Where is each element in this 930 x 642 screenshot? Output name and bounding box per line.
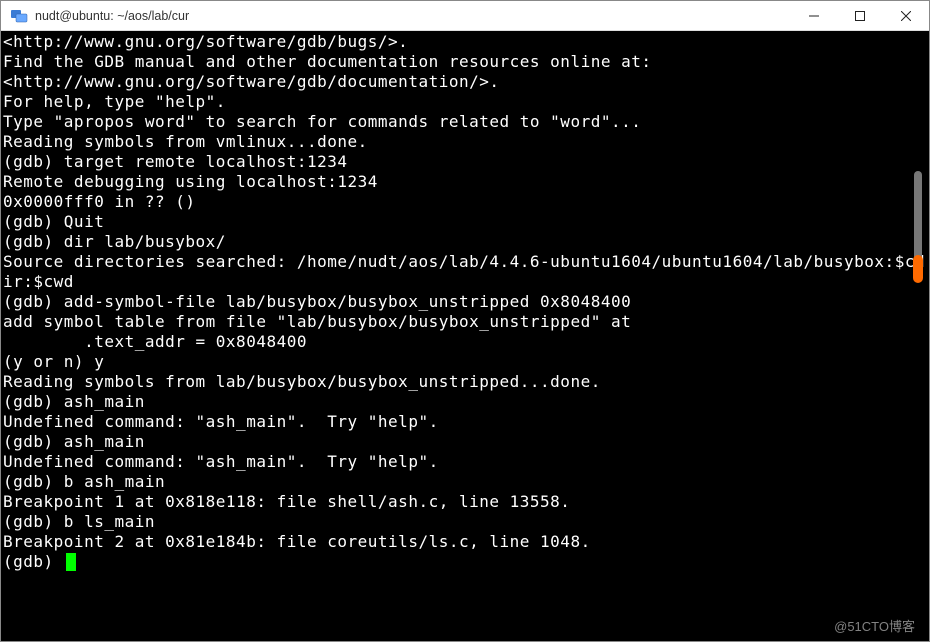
terminal-line: Reading symbols from lab/busybox/busybox…: [1, 372, 929, 392]
terminal-line: For help, type "help".: [1, 92, 929, 112]
terminal-output: <http://www.gnu.org/software/gdb/bugs/>.…: [1, 31, 929, 641]
terminal-line: Source directories searched: /home/nudt/…: [1, 252, 929, 292]
window-title: nudt@ubuntu: ~/aos/lab/cur: [35, 9, 189, 23]
terminal-line: Type "apropos word" to search for comman…: [1, 112, 929, 132]
terminal-line: <http://www.gnu.org/software/gdb/documen…: [1, 72, 929, 92]
watermark: @51CTO博客: [834, 616, 915, 635]
terminal-line: 0x0000fff0 in ?? (): [1, 192, 929, 212]
terminal-line: Reading symbols from vmlinux...done.: [1, 132, 929, 152]
terminal-line: (gdb): [1, 552, 929, 572]
minimize-button[interactable]: [791, 1, 837, 31]
terminal-line: .text_addr = 0x8048400: [1, 332, 929, 352]
terminal-line: Breakpoint 1 at 0x818e118: file shell/as…: [1, 492, 929, 512]
scrollbar-thumb[interactable]: [914, 171, 922, 281]
terminal-line: (gdb) add-symbol-file lab/busybox/busybo…: [1, 292, 929, 312]
maximize-button[interactable]: [837, 1, 883, 31]
scrollbar-thumb-accent: [913, 255, 923, 283]
terminal-line: (y or n) y: [1, 352, 929, 372]
terminal-area[interactable]: <http://www.gnu.org/software/gdb/bugs/>.…: [1, 31, 929, 641]
app-icon: [9, 6, 29, 26]
terminal-line: add symbol table from file "lab/busybox/…: [1, 312, 929, 332]
terminal-line: Undefined command: "ash_main". Try "help…: [1, 412, 929, 432]
terminal-line: (gdb) ash_main: [1, 392, 929, 412]
scrollbar-track[interactable]: [914, 171, 922, 641]
terminal-line: (gdb) Quit: [1, 212, 929, 232]
titlebar: nudt@ubuntu: ~/aos/lab/cur: [1, 1, 929, 31]
terminal-line: (gdb) b ash_main: [1, 472, 929, 492]
terminal-line: Undefined command: "ash_main". Try "help…: [1, 452, 929, 472]
terminal-line: (gdb) ash_main: [1, 432, 929, 452]
terminal-cursor: [66, 553, 76, 571]
terminal-line: Breakpoint 2 at 0x81e184b: file coreutil…: [1, 532, 929, 552]
terminal-line: (gdb) dir lab/busybox/: [1, 232, 929, 252]
terminal-line: (gdb) b ls_main: [1, 512, 929, 532]
terminal-line: (gdb) target remote localhost:1234: [1, 152, 929, 172]
scrollbar[interactable]: [909, 31, 927, 641]
terminal-window: nudt@ubuntu: ~/aos/lab/cur <http://www.g…: [0, 0, 930, 642]
terminal-line: <http://www.gnu.org/software/gdb/bugs/>.: [1, 32, 929, 52]
close-button[interactable]: [883, 1, 929, 31]
terminal-line: Find the GDB manual and other documentat…: [1, 52, 929, 72]
terminal-line: Remote debugging using localhost:1234: [1, 172, 929, 192]
